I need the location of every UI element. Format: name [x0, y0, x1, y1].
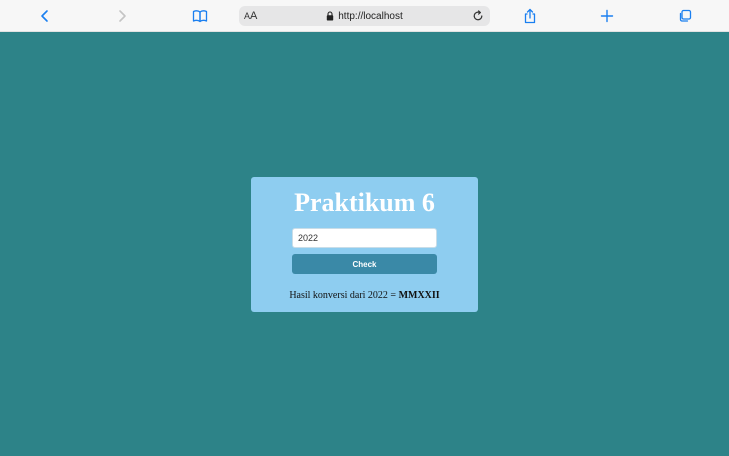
url-text[interactable]: http://localhost [338, 11, 402, 22]
result-value: MMXXII [398, 290, 440, 301]
tabs-icon [679, 9, 692, 22]
address-bar[interactable]: AA http://localhost [239, 6, 490, 26]
lock-icon [327, 11, 334, 21]
plus-icon [600, 9, 614, 23]
bookmarks-button[interactable] [189, 6, 211, 26]
conversion-result: Hasil konversi dari 2022 = MMXXII [251, 290, 478, 302]
reader-text-size-button[interactable]: AA [244, 8, 257, 24]
url-display: http://localhost [239, 6, 490, 26]
year-input[interactable] [292, 228, 437, 248]
check-button[interactable]: Check [292, 254, 437, 274]
back-button[interactable] [34, 6, 56, 26]
browser-toolbar: AA http://localhost [0, 0, 729, 32]
converter-card: Praktikum 6 Check Hasil konversi dari 20… [251, 177, 478, 312]
book-icon [192, 10, 208, 23]
chevron-left-icon [41, 10, 48, 22]
reload-icon [473, 10, 483, 21]
forward-button[interactable] [111, 6, 133, 26]
share-icon [524, 8, 536, 24]
tabs-overview-button[interactable] [674, 6, 696, 26]
page-content: Praktikum 6 Check Hasil konversi dari 20… [0, 32, 729, 456]
reload-button[interactable] [470, 8, 486, 24]
page-title: Praktikum 6 [294, 188, 435, 217]
new-tab-button[interactable] [596, 6, 618, 26]
aa-big-label: A [250, 10, 258, 22]
share-button[interactable] [519, 6, 541, 26]
result-prefix: Hasil konversi dari 2022 = [289, 290, 397, 301]
chevron-right-icon [119, 10, 126, 22]
